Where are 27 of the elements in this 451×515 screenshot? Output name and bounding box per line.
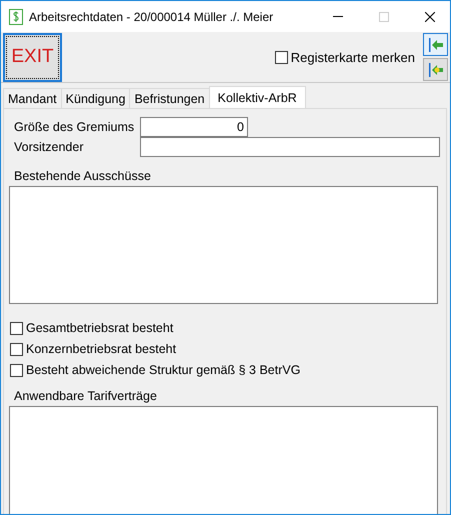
input-field[interactable] (140, 137, 440, 157)
field-label: Anwendbare Tarifverträge (13, 389, 158, 405)
field-label: Vorsitzender (13, 140, 84, 154)
left-arrow-icon (428, 62, 444, 78)
checkbox[interactable] (274, 50, 288, 64)
input-field[interactable]: 0 (140, 117, 248, 137)
tab[interactable]: Kündigung (60, 88, 130, 108)
checkbox-label: Registerkarte merken (290, 50, 415, 64)
checkbox-label: Gesamtbetriebsrat besteht (26, 321, 174, 335)
tab[interactable]: Kollektiv-ArbR (208, 86, 306, 108)
field-label: Größe des Gremiums (13, 120, 136, 134)
text-area[interactable] (9, 186, 438, 304)
app-icon (9, 8, 23, 24)
window-title: Arbeitsrechtdaten - 20/000014 Müller ./. Meier (29, 10, 274, 24)
back-arrow-button[interactable] (423, 33, 448, 56)
close-icon[interactable] (425, 12, 435, 22)
back-cancel-button[interactable] (423, 58, 448, 81)
exit-button[interactable]: EXIT (3, 32, 62, 82)
field-label: Bestehende Ausschüsse (13, 169, 152, 185)
checkbox-label: Besteht abweichende Struktur gemäß § 3 BetrVG (26, 363, 300, 377)
checkbox[interactable] (10, 364, 23, 376)
checkbox[interactable] (10, 322, 23, 334)
left-arrow-icon (428, 36, 444, 52)
checkbox[interactable] (10, 342, 23, 356)
checkbox-label: Konzernbetriebsrat besteht (26, 342, 176, 356)
tab[interactable]: Mandant (3, 88, 62, 108)
tab[interactable]: Befristungen (129, 88, 210, 108)
